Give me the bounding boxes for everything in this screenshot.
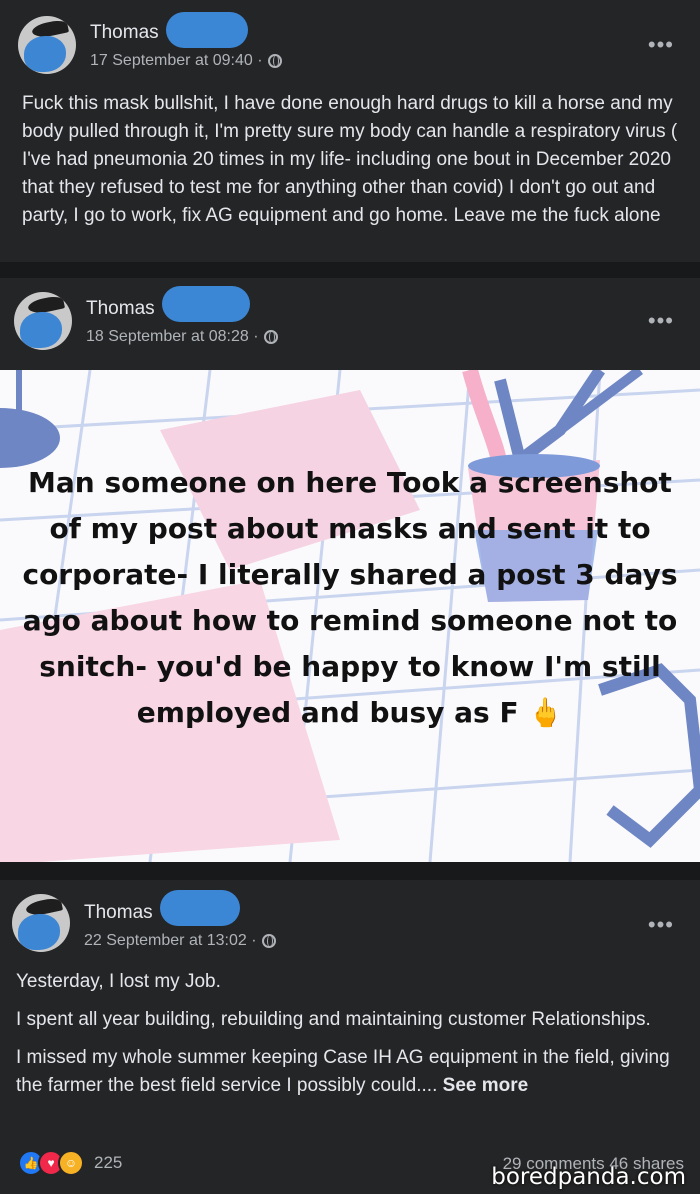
- post-header: Thomas 22 September at 13:02 · •••: [0, 880, 700, 960]
- more-options-icon[interactable]: •••: [648, 912, 674, 938]
- author-name[interactable]: Thomas: [86, 298, 155, 320]
- see-more-link[interactable]: See more: [443, 1075, 529, 1096]
- redaction-mark: [166, 12, 248, 48]
- post-timestamp[interactable]: 18 September at 08:28 ·: [86, 328, 259, 346]
- more-options-icon[interactable]: •••: [648, 308, 674, 334]
- post-paragraph-text: I missed my whole summer keeping Case IH…: [16, 1047, 670, 1096]
- post-1: Thomas 17 September at 09:40 · ••• Fuck …: [0, 0, 700, 262]
- care-reaction-icon: ☺: [58, 1150, 84, 1176]
- post-2: Thomas 18 September at 08:28 · ••• Man s…: [0, 278, 700, 862]
- post-timestamp[interactable]: 22 September at 13:02 ·: [84, 932, 257, 950]
- post-text: Fuck this mask bullshit, I have done eno…: [22, 93, 678, 226]
- post-header: Thomas 18 September at 08:28 · •••: [0, 278, 700, 358]
- post-text: Yesterday, I lost my Job. I spent all ye…: [16, 968, 688, 1110]
- redaction-mark: [162, 286, 250, 322]
- more-options-icon[interactable]: •••: [648, 32, 674, 58]
- image-caption-text: Man someone on here Took a screenshot of…: [22, 466, 678, 729]
- globe-icon: [263, 330, 278, 344]
- post-meta: 18 September at 08:28 ·: [86, 328, 278, 346]
- reaction-summary[interactable]: 👍 ♥ ☺ 225: [18, 1150, 122, 1176]
- post-header: Thomas 17 September at 09:40 · •••: [0, 0, 700, 80]
- avatar[interactable]: [12, 894, 70, 952]
- post-paragraph: Yesterday, I lost my Job.: [16, 971, 221, 992]
- post-image[interactable]: Man someone on here Took a screenshot of…: [0, 370, 700, 862]
- globe-icon: [261, 934, 276, 948]
- globe-icon: [267, 54, 282, 68]
- avatar[interactable]: [18, 16, 76, 74]
- redaction-mark: [160, 890, 240, 926]
- reaction-count[interactable]: 225: [94, 1153, 122, 1173]
- author-name[interactable]: Thomas: [90, 22, 159, 44]
- post-paragraph: I spent all year building, rebuilding an…: [16, 1009, 651, 1030]
- post-timestamp[interactable]: 17 September at 09:40 ·: [90, 52, 263, 70]
- post-meta: 22 September at 13:02 ·: [84, 932, 276, 950]
- avatar[interactable]: [14, 292, 72, 350]
- author-name[interactable]: Thomas: [84, 902, 153, 924]
- watermark: boredpanda.com: [491, 1164, 686, 1190]
- post-3: Thomas 22 September at 13:02 · ••• Yeste…: [0, 880, 700, 1194]
- post-meta: 17 September at 09:40 ·: [90, 52, 282, 70]
- post-paragraph: I missed my whole summer keeping Case IH…: [16, 1044, 688, 1100]
